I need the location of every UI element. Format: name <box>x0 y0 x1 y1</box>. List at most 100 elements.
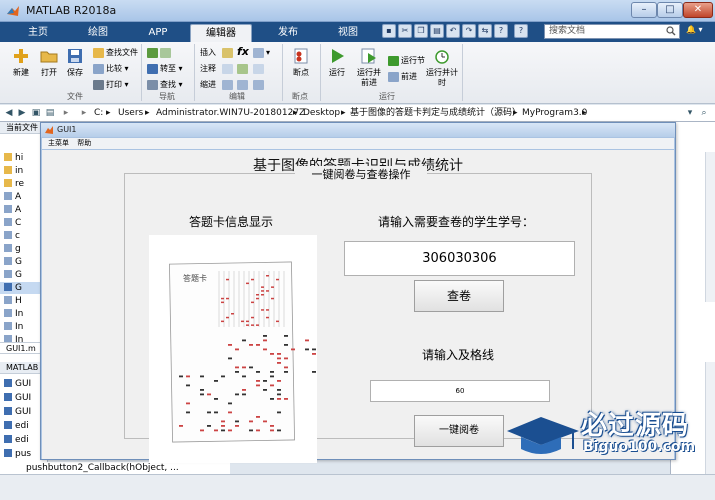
sheet-bubble-mark <box>270 371 274 373</box>
breadcrumb-separator: ▸ <box>106 108 111 118</box>
run-and-time-button[interactable]: 运行并计时 <box>426 45 458 87</box>
sheet-id-mark <box>261 286 264 288</box>
comment-button[interactable]: 注释 <box>200 62 216 75</box>
check-paper-button[interactable]: 查卷 <box>414 280 504 312</box>
breadcrumb-users[interactable]: Users <box>118 108 143 119</box>
current-folder-address-bar[interactable]: ◀ ▶ ▣ ▤ ▸ ▸ C: ▸ Users ▸ Administrator.W… <box>0 105 715 122</box>
sheet-id-mark <box>226 316 229 319</box>
passing-line-input[interactable]: 60 <box>370 380 550 402</box>
notification-bell-icon[interactable]: 🔔 ▾ <box>686 25 712 38</box>
find-files-button[interactable]: 查找文件 <box>93 46 138 59</box>
sheet-bubble-mark <box>256 429 260 432</box>
increase-indent-icon[interactable] <box>237 78 250 91</box>
watermark-title: 必过源码 <box>581 411 690 441</box>
sheet-bubble-mark <box>200 389 204 391</box>
sheet-bubble-mark <box>249 429 253 432</box>
sheet-bubble-mark <box>242 366 246 369</box>
undo-quick-icon[interactable]: ↶ <box>446 24 460 38</box>
run-button[interactable]: 运行 <box>320 45 354 85</box>
help-dropdown-icon[interactable]: ? <box>514 24 528 38</box>
sheet-bubble-mark <box>179 375 183 378</box>
tab-apps[interactable]: APP <box>128 24 188 42</box>
tab-plots[interactable]: 绘图 <box>68 24 128 42</box>
breadcrumb-program[interactable]: MyProgram3.0 <box>522 108 587 119</box>
menu-main[interactable]: 主菜单 <box>48 138 69 149</box>
tab-home[interactable]: 主页 <box>8 24 68 42</box>
folder-up-icon[interactable]: ▣ <box>30 107 42 119</box>
run-section-button[interactable]: 运行节 <box>388 54 425 67</box>
search-documentation-input[interactable]: 搜索文档 <box>544 24 680 39</box>
address-dropdown-icon[interactable]: ▾ <box>684 107 696 119</box>
help-quick-icon[interactable]: ? <box>494 24 508 38</box>
one-key-grade-button[interactable]: 一键阅卷 <box>414 415 504 447</box>
back-forward-buttons[interactable] <box>147 46 173 59</box>
save-quick-icon[interactable]: ▪ <box>382 24 396 38</box>
save-button[interactable]: 保存 <box>58 45 92 85</box>
sheet-bubble-mark <box>277 429 281 432</box>
file-icon <box>4 244 12 252</box>
redo-quick-icon[interactable]: ↷ <box>462 24 476 38</box>
figure-title: GUI1 <box>57 125 77 134</box>
tab-view[interactable]: 视图 <box>318 24 378 42</box>
sheet-bubble-mark <box>235 420 239 423</box>
percent-comment-icon[interactable] <box>222 62 235 75</box>
insert-button[interactable]: 插入 <box>200 46 216 59</box>
compare-icon <box>93 63 104 74</box>
breadcrumb-separator: ▸ <box>145 108 150 118</box>
forward-arrow-icon[interactable]: ▶ <box>16 107 28 119</box>
goto-button[interactable]: 转至 ▾ <box>147 62 183 75</box>
run-and-advance-icon <box>361 48 376 64</box>
maximize-button[interactable]: □ <box>657 2 683 18</box>
close-button[interactable]: ✕ <box>683 2 713 18</box>
sheet-bubble-mark <box>186 384 190 387</box>
breadcrumb-project[interactable]: 基于图像的答题卡判定与成绩统计（源码） <box>350 108 521 119</box>
cut-quick-icon[interactable]: ✂ <box>398 24 412 38</box>
tab-editor[interactable]: 编辑器 <box>190 24 252 42</box>
matlab-logo-icon <box>45 126 53 134</box>
uncomment-icon[interactable] <box>253 62 266 75</box>
student-id-input[interactable]: 306030306 <box>344 241 575 276</box>
file-group-label: 文件 <box>67 92 83 101</box>
smart-indent-icon[interactable] <box>222 78 235 91</box>
fx-icon[interactable]: fx <box>237 45 249 58</box>
search-placeholder: 搜索文档 <box>549 26 586 36</box>
sheet-bubble-mark <box>249 366 253 369</box>
decrease-indent-icon[interactable] <box>253 78 266 91</box>
sheet-bubble-mark <box>228 402 232 405</box>
breakpoints-button[interactable]: 断点 <box>284 45 318 85</box>
sheet-bubble-mark <box>263 335 267 337</box>
advance-button[interactable]: 前进 <box>388 70 417 83</box>
sheet-bubble-mark <box>256 416 260 418</box>
compare-button[interactable]: 比较 ▾ <box>93 62 129 75</box>
breadcrumb-separator: ▸ <box>582 108 587 118</box>
run-icon <box>332 49 344 63</box>
sheet-id-mark <box>256 294 259 296</box>
sheet-bubble-mark <box>235 393 239 396</box>
tab-publish[interactable]: 发布 <box>258 24 318 42</box>
breadcrumb-separator: ▸ <box>293 108 298 118</box>
indent-button[interactable]: 缩进 <box>200 78 216 91</box>
search-icon[interactable] <box>666 26 676 36</box>
right-panel-scrollbar[interactable] <box>705 152 715 302</box>
back-arrow-icon[interactable]: ◀ <box>3 107 15 119</box>
menu-help[interactable]: 帮助 <box>77 138 91 149</box>
sheet-bubble-mark <box>256 380 260 382</box>
breadcrumb-drive[interactable]: C: <box>94 108 103 119</box>
insert-function-icon[interactable]: ▾ <box>253 46 270 59</box>
sheet-bubble-mark <box>277 380 281 382</box>
breadcrumb-user[interactable]: Administrator.WIN7U-20180127Z <box>156 108 305 119</box>
run-and-advance-button[interactable]: 运行并前进 <box>354 45 384 87</box>
insert-section-icon[interactable] <box>222 46 235 59</box>
paste-quick-icon[interactable]: ▤ <box>430 24 444 38</box>
function-list-line[interactable]: pushbutton2_Callback(hObject, ... <box>0 462 230 474</box>
print-button[interactable]: 打印 ▾ <box>93 78 129 91</box>
search-folder-icon[interactable]: ⌕ <box>698 107 710 119</box>
switch-windows-icon[interactable]: ⇆ <box>478 24 492 38</box>
minimize-button[interactable]: – <box>631 2 657 18</box>
breadcrumb-desktop[interactable]: Desktop <box>303 108 340 119</box>
copy-quick-icon[interactable]: ❐ <box>414 24 428 38</box>
find-button[interactable]: 查找 ▾ <box>147 78 183 91</box>
sheet-id-mark <box>246 320 249 323</box>
wrap-comment-icon[interactable] <box>237 62 250 75</box>
browse-folder-icon[interactable]: ▤ <box>44 107 56 119</box>
